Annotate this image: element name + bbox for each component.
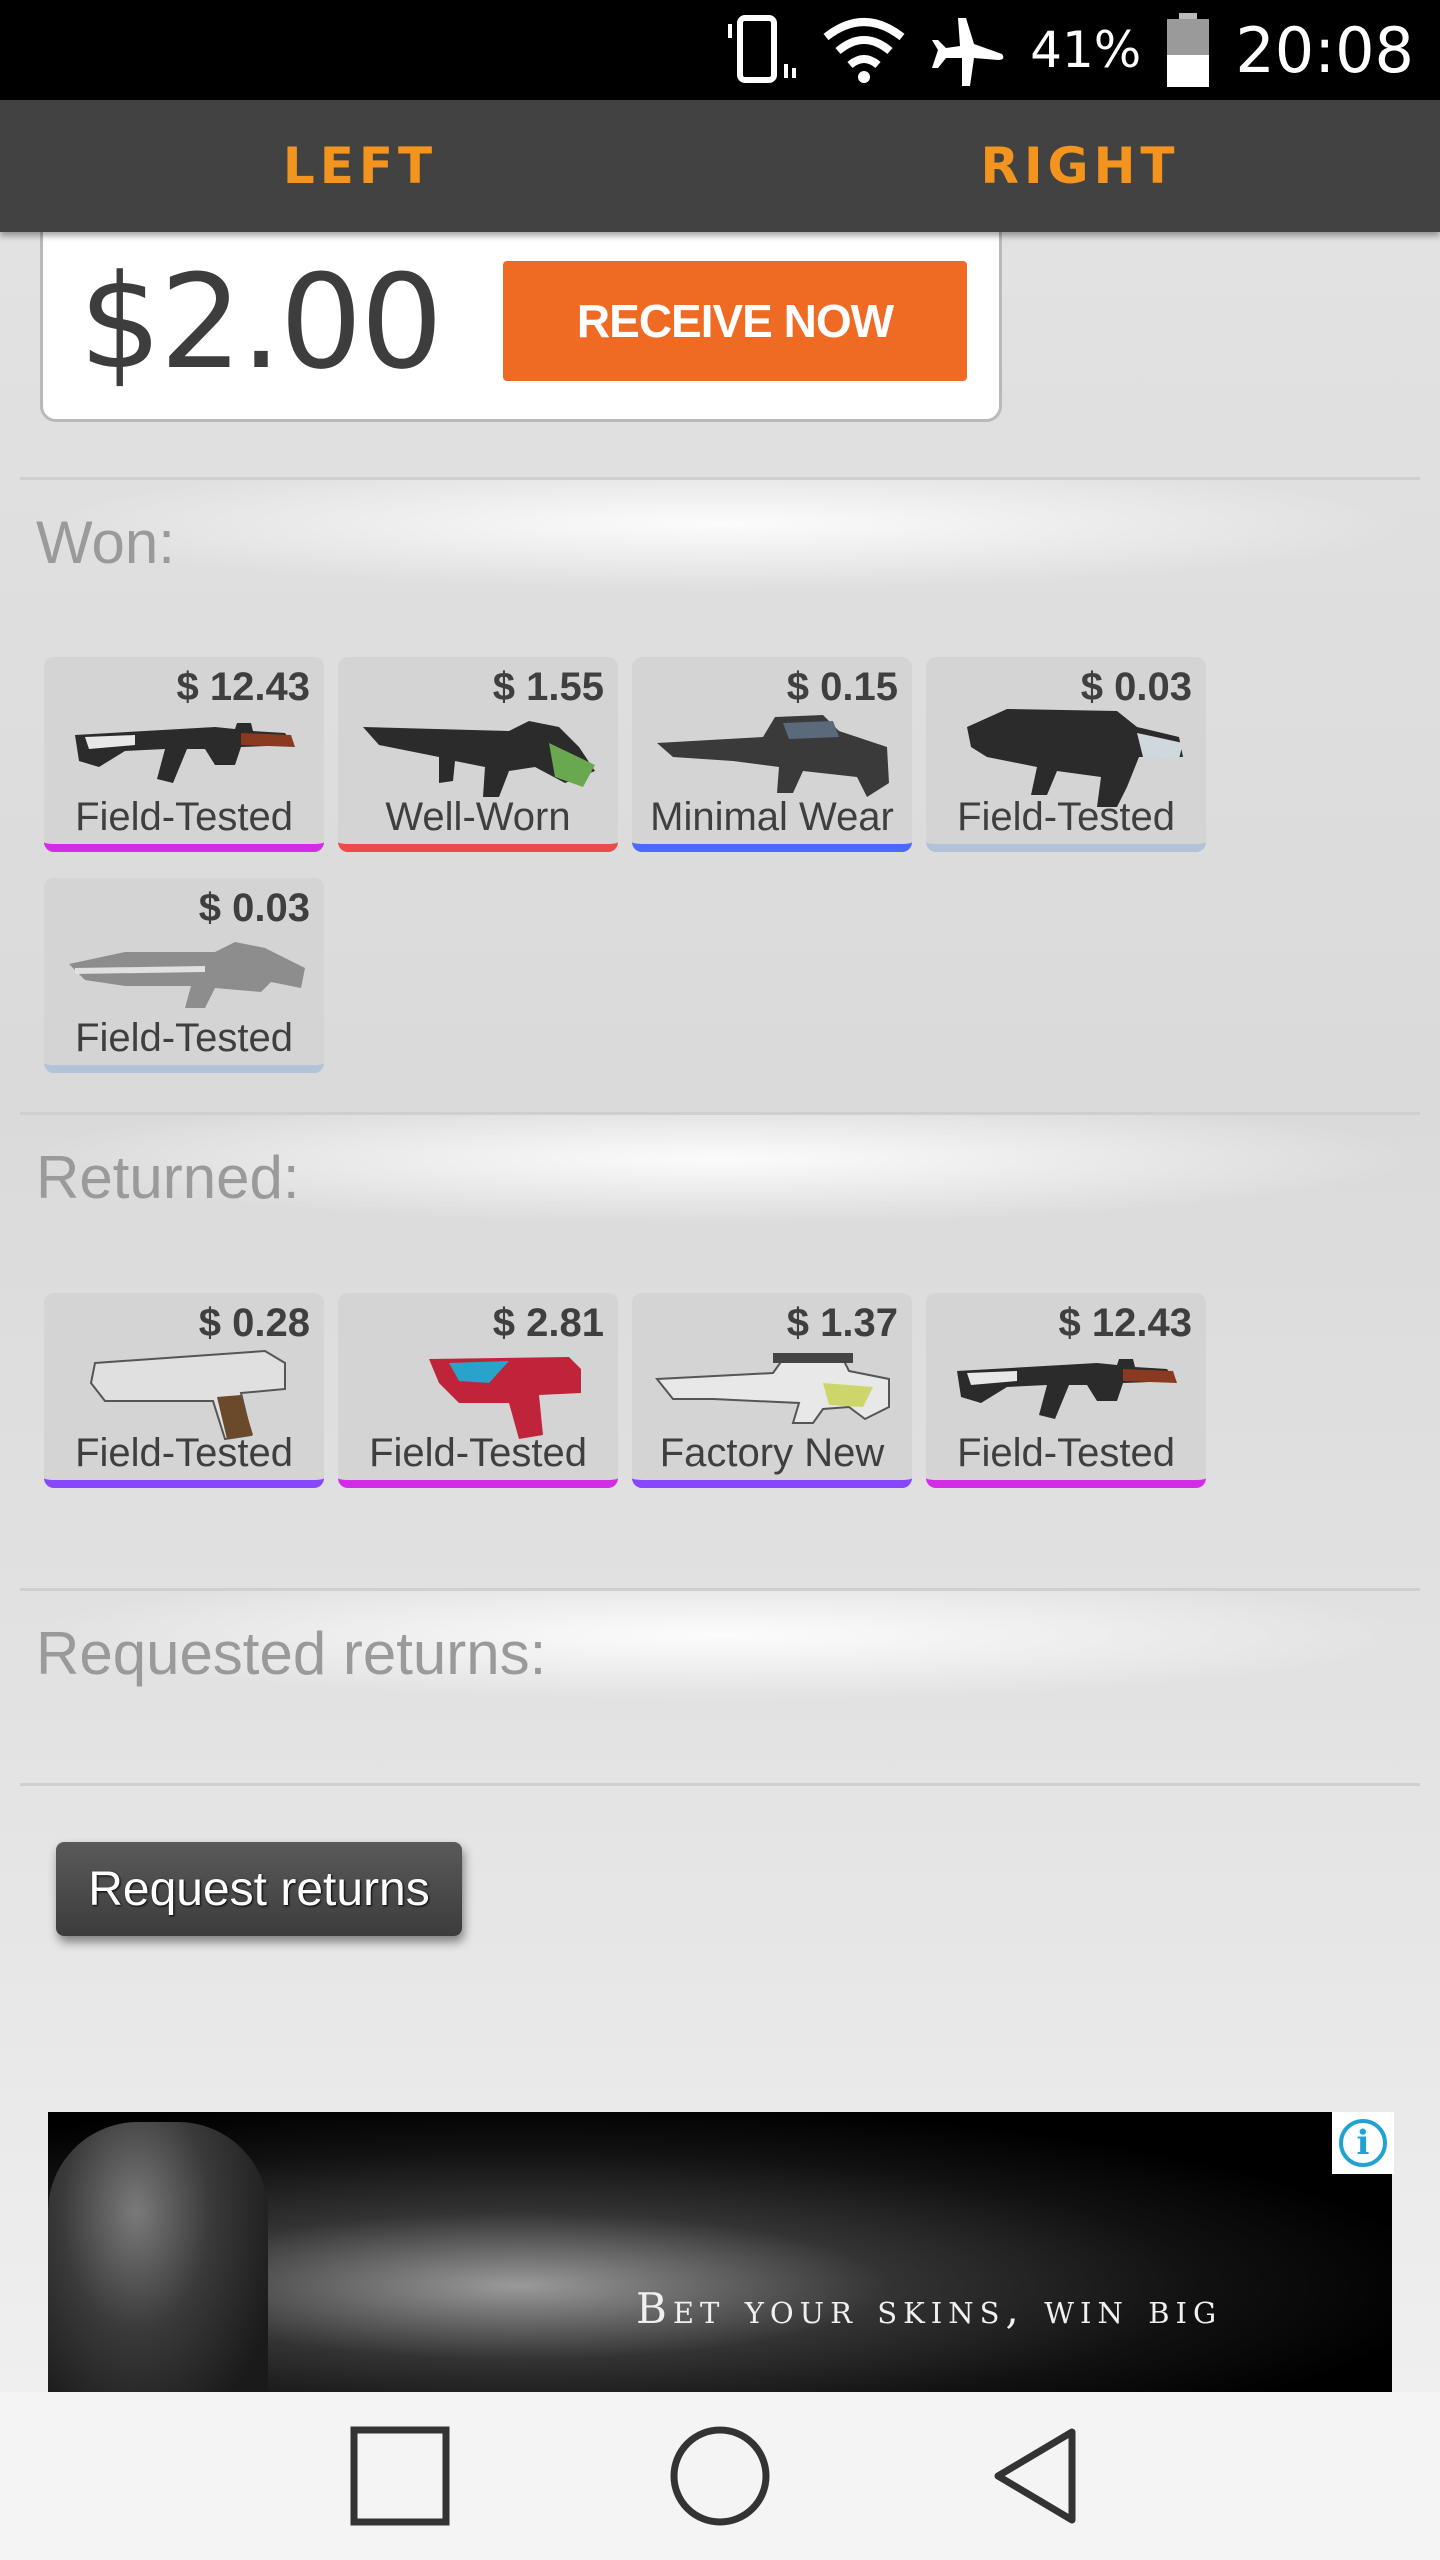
- tab-right[interactable]: RIGHT: [720, 100, 1440, 232]
- back-triangle-icon[interactable]: [985, 2421, 1095, 2531]
- skin-item[interactable]: $ 0.15 Minimal Wear: [632, 657, 912, 852]
- item-wear: Field-Tested: [957, 795, 1175, 839]
- skin-item[interactable]: $ 0.03 Field-Tested: [926, 657, 1206, 852]
- item-wear: Field-Tested: [75, 1431, 293, 1475]
- item-price: $ 1.37: [786, 1301, 898, 1345]
- tab-bar: LEFT RIGHT: [0, 100, 1440, 232]
- receive-now-button[interactable]: RECEIVE NOW: [503, 261, 967, 381]
- main-content: $2.00 RECEIVE NOW Won: $ 12.43 Field-Test…: [0, 232, 1440, 2392]
- divider: [20, 1783, 1420, 1793]
- item-price: $ 12.43: [1058, 1301, 1192, 1345]
- ad-info-button[interactable]: i: [1332, 2112, 1394, 2174]
- item-wear: Field-Tested: [369, 1431, 587, 1475]
- item-wear: Field-Tested: [75, 795, 293, 839]
- promo-banner[interactable]: $2.00 RECEIVE NOW: [40, 232, 1002, 422]
- item-wear: Well-Worn: [385, 795, 571, 839]
- navigation-bar: [0, 2392, 1440, 2560]
- vibrate-icon: [728, 15, 797, 83]
- skin-item[interactable]: $ 12.43 Field-Tested: [926, 1293, 1206, 1488]
- clock: 20:08: [1235, 13, 1414, 87]
- won-items-list: $ 12.43 Field-Tested $ 1.55 Well-Worn $ 0.15…: [44, 657, 1284, 1073]
- skin-item[interactable]: $ 2.81 Field-Tested: [338, 1293, 618, 1488]
- item-price: $ 0.15: [786, 665, 898, 709]
- recents-square-icon[interactable]: [345, 2421, 455, 2531]
- home-circle-icon[interactable]: [665, 2421, 775, 2531]
- status-bar: 41% 20:08: [0, 0, 1440, 100]
- ad-banner[interactable]: Bet your skins, win big: [48, 2112, 1392, 2392]
- skin-item[interactable]: $ 1.37 Factory New: [632, 1293, 912, 1488]
- won-title: Won:: [36, 509, 175, 576]
- tab-left[interactable]: LEFT: [0, 100, 720, 232]
- item-price: $ 1.55: [492, 665, 604, 709]
- returned-title: Returned:: [36, 1144, 300, 1211]
- item-wear: Field-Tested: [75, 1016, 293, 1060]
- item-price: $ 0.28: [198, 1301, 310, 1345]
- ad-text: Bet your skins, win big: [636, 2284, 1223, 2333]
- info-icon: i: [1339, 2119, 1387, 2167]
- request-returns-button[interactable]: Request returns: [56, 1842, 462, 1936]
- skin-item[interactable]: $ 0.03 Field-Tested: [44, 878, 324, 1073]
- skin-item[interactable]: $ 1.55 Well-Worn: [338, 657, 618, 852]
- airplane-icon: [932, 18, 1004, 86]
- soldier-image: [48, 2122, 268, 2392]
- skin-item[interactable]: $ 0.28 Field-Tested: [44, 1293, 324, 1488]
- requested-title: Requested returns:: [36, 1620, 547, 1687]
- item-wear: Minimal Wear: [650, 795, 894, 839]
- wifi-icon: [823, 18, 905, 83]
- item-price: $ 0.03: [1080, 665, 1192, 709]
- item-wear: Factory New: [659, 1431, 885, 1475]
- promo-amount: $2.00: [79, 246, 443, 398]
- item-price: $ 0.03: [198, 886, 310, 930]
- item-price: $ 12.43: [176, 665, 310, 709]
- requested-section: Requested returns:: [20, 1588, 1420, 1783]
- returned-items-list: $ 0.28 Field-Tested $ 2.81 Field-Tested $ 1.…: [44, 1293, 1284, 1488]
- item-wear: Field-Tested: [957, 1431, 1175, 1475]
- battery-icon: [1167, 13, 1210, 87]
- battery-percent: 41%: [1030, 21, 1142, 79]
- skin-item[interactable]: $ 12.43 Field-Tested: [44, 657, 324, 852]
- item-price: $ 2.81: [492, 1301, 604, 1345]
